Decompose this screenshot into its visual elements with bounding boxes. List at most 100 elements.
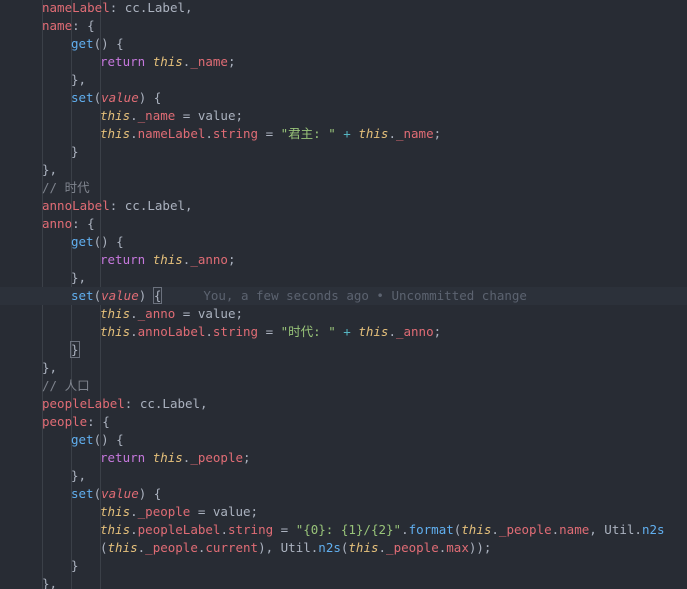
code-token: .	[551, 522, 560, 537]
code-token: }	[71, 144, 79, 159]
code-line[interactable]: peopleLabel: cc.Label,	[0, 395, 687, 413]
code-token: this	[100, 306, 131, 321]
code-token: this	[100, 126, 131, 141]
code-line[interactable]: return this._name;	[0, 53, 687, 71]
code-line[interactable]: this.nameLabel.string = "君主: " + this._n…	[0, 125, 687, 143]
code-token: .	[491, 522, 499, 537]
code-token: "{0}: {1}/{2}"	[295, 522, 402, 537]
code-line[interactable]: (this._people.current), Util.n2s(this._p…	[0, 539, 687, 557]
code-text: },	[42, 359, 57, 377]
code-line[interactable]: },	[0, 359, 687, 377]
code-token: get	[71, 234, 94, 249]
code-token: _anno	[395, 324, 434, 339]
code-line[interactable]: },	[0, 71, 687, 89]
code-line[interactable]: }	[0, 557, 687, 575]
code-token: _people	[498, 522, 552, 537]
code-token: annoLabel	[137, 324, 206, 339]
code-token: format	[408, 522, 454, 537]
code-token: },	[71, 270, 87, 285]
code-token: = value;	[175, 306, 244, 321]
code-text: anno: {	[42, 215, 95, 233]
code-token: .	[401, 522, 409, 537]
code-token: value	[101, 90, 139, 105]
code-line[interactable]: name: {	[0, 17, 687, 35]
code-line[interactable]: // 时代	[0, 179, 687, 197]
code-text: set(value) {	[71, 485, 161, 503]
code-line[interactable]: },	[0, 575, 687, 589]
code-token: this	[348, 540, 379, 555]
code-token: (	[100, 540, 108, 555]
code-token: .	[130, 324, 138, 339]
code-token: this	[100, 504, 131, 519]
code-token: =	[258, 324, 281, 339]
code-text: },	[42, 161, 57, 179]
code-token: return	[100, 54, 153, 69]
code-token: return	[100, 252, 153, 267]
code-token: },	[71, 72, 87, 87]
code-token: this	[358, 126, 389, 141]
code-line[interactable]: },	[0, 467, 687, 485]
code-token: this	[152, 450, 183, 465]
code-token: value	[101, 288, 139, 303]
code-token: ) {	[138, 90, 162, 105]
code-line[interactable]: get() {	[0, 35, 687, 53]
code-token: max	[446, 540, 469, 555]
code-token: : {	[87, 414, 110, 429]
code-token: () {	[93, 234, 124, 249]
code-text: // 时代	[42, 179, 90, 197]
code-token: this	[100, 324, 131, 339]
code-editor[interactable]: nameLabel: cc.Label, name: {get() {return…	[0, 0, 687, 589]
code-token: .	[130, 522, 138, 537]
code-token: return	[100, 450, 153, 465]
code-line[interactable]: this._people = value;	[0, 503, 687, 521]
code-text: },	[71, 71, 86, 89]
code-token: _name	[395, 126, 434, 141]
code-token: {	[152, 287, 163, 304]
code-token: nameLabel	[137, 126, 206, 141]
code-line[interactable]: annoLabel: cc.Label,	[0, 197, 687, 215]
code-line[interactable]: },	[0, 161, 687, 179]
code-line-current[interactable]: set(value) {You, a few seconds ago • Unc…	[0, 287, 687, 305]
code-token: (	[93, 288, 102, 303]
code-token: this	[461, 522, 492, 537]
code-line[interactable]: nameLabel: cc.Label,	[0, 0, 687, 17]
code-text: this._name = value;	[100, 107, 243, 125]
code-token: ;	[433, 324, 442, 339]
code-line[interactable]: set(value) {	[0, 485, 687, 503]
code-token: // 人口	[42, 378, 90, 393]
code-line[interactable]: set(value) {	[0, 89, 687, 107]
code-line[interactable]: }	[0, 143, 687, 161]
code-token: },	[42, 162, 58, 177]
code-line[interactable]: this._name = value;	[0, 107, 687, 125]
code-line[interactable]: anno: {	[0, 215, 687, 233]
code-line[interactable]: // 人口	[0, 377, 687, 395]
code-token: value	[101, 486, 139, 501]
code-token: people	[42, 414, 88, 429]
code-token: set	[71, 90, 94, 105]
code-text: get() {	[71, 431, 124, 449]
code-token: ) {	[138, 486, 162, 501]
code-text: get() {	[71, 35, 124, 53]
code-token: .	[205, 126, 213, 141]
code-text: },	[42, 575, 57, 589]
code-token: ;	[243, 450, 251, 465]
code-line[interactable]: this.peopleLabel.string = "{0}: {1}/{2}"…	[0, 521, 687, 539]
code-line[interactable]: this.annoLabel.string = "时代: " + this._a…	[0, 323, 687, 341]
code-line[interactable]: people: {	[0, 413, 687, 431]
code-token: "时代: "	[280, 324, 336, 339]
code-line[interactable]: get() {	[0, 233, 687, 251]
code-token: ));	[468, 540, 492, 555]
code-token: nameLabel	[42, 0, 110, 15]
code-token: =	[258, 126, 281, 141]
code-line[interactable]: return this._anno;	[0, 251, 687, 269]
code-line[interactable]: return this._people;	[0, 449, 687, 467]
code-token: name	[42, 18, 73, 33]
code-line[interactable]: }	[0, 341, 687, 359]
code-line[interactable]: get() {	[0, 431, 687, 449]
code-token: : cc.Label,	[124, 396, 208, 411]
code-token: .	[130, 504, 138, 519]
code-line[interactable]: },	[0, 269, 687, 287]
code-line[interactable]: this._anno = value;	[0, 305, 687, 323]
code-token: get	[71, 36, 94, 51]
code-token: (	[93, 90, 102, 105]
